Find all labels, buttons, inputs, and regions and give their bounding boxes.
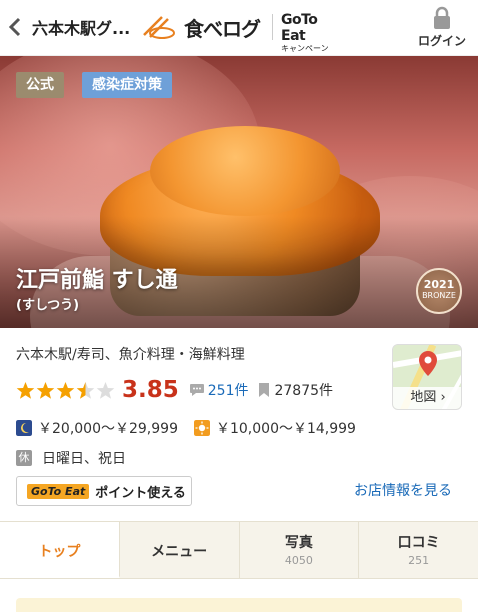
- star-rating: [16, 381, 116, 400]
- tabelog-mark-icon: [143, 16, 175, 39]
- star-icon: [76, 381, 95, 399]
- station-genre: 六本木駅/寿司、魚介料理・海鮮料理: [16, 347, 245, 363]
- star-icon: [56, 381, 75, 399]
- app-header: 六本木駅グ... 食べログ GoTo Eat キャンペーン ログイン: [0, 0, 478, 56]
- bookmark-count: 27875件: [274, 383, 334, 399]
- shop-name-kana: (すしつう): [16, 298, 80, 313]
- dinner-moon-icon: [16, 420, 32, 436]
- logo-text: 食べログ: [184, 16, 261, 41]
- login-button[interactable]: ログイン: [412, 4, 472, 52]
- lunch-sun-icon: [193, 420, 210, 436]
- tab-count: 4050: [284, 554, 313, 567]
- gotoeat-points-button[interactable]: GoTo Eat ポイント使える: [16, 476, 192, 506]
- hero-uni-top: [150, 126, 340, 216]
- hero-photo[interactable]: 公式 感染症対策 江戸前鮨 すし通 (すしつう) 2021 BRONZE: [0, 56, 478, 328]
- breadcrumb[interactable]: 六本木駅グ...: [32, 15, 130, 39]
- review-count-link[interactable]: 251件: [208, 380, 249, 400]
- tab-label: メニュー: [151, 544, 208, 560]
- tab-bar: トップ メニュー 写真 4050 口コミ 251: [0, 521, 478, 579]
- star-icon: [16, 381, 35, 399]
- tab-count: 251: [408, 554, 430, 567]
- tab-menu[interactable]: メニュー: [120, 522, 240, 578]
- tab-label: 口コミ: [397, 535, 440, 551]
- tab-photos[interactable]: 写真 4050: [240, 522, 360, 578]
- tab-top[interactable]: トップ: [0, 522, 120, 578]
- award-year: 2021: [423, 278, 455, 291]
- store-info-link[interactable]: お店情報を見る: [354, 480, 452, 500]
- gotoeat-campaign-logo[interactable]: GoTo Eat キャンペーン: [281, 12, 341, 53]
- rating-row: 3.85 251件 27875件: [16, 376, 333, 404]
- award-rank: BRONZE: [422, 291, 456, 300]
- bookmark-icon: [259, 383, 270, 397]
- notice-banner: [16, 598, 462, 612]
- holidays-text: 日曜日、祝日: [42, 451, 126, 467]
- tab-reviews[interactable]: 口コミ 251: [359, 522, 478, 578]
- gotoeat-logo-text: GoTo Eat: [281, 12, 318, 44]
- award-badge[interactable]: 2021 BRONZE: [416, 268, 462, 314]
- official-tag: 公式: [16, 72, 64, 98]
- lunch-price: ￥10,000～￥14,999: [215, 421, 356, 437]
- header-divider: [272, 14, 273, 40]
- login-label: ログイン: [417, 34, 466, 48]
- gotoeat-points-label: ポイント使える: [95, 485, 186, 501]
- tab-label: トップ: [38, 544, 81, 560]
- gotoeat-badge: GoTo Eat: [27, 483, 90, 499]
- map-label: 地図 ›: [393, 387, 461, 409]
- star-icon: [36, 381, 55, 399]
- star-icon: [96, 381, 115, 399]
- holiday-row: 休 日曜日、祝日: [16, 448, 126, 468]
- price-row: ￥20,000～￥29,999 ￥10,000～￥14,999: [16, 418, 356, 438]
- infection-control-tag: 感染症対策: [82, 72, 172, 98]
- back-chevron-icon[interactable]: [8, 16, 26, 40]
- map-button[interactable]: 地図 ›: [392, 344, 462, 410]
- tabelog-logo[interactable]: 食べログ: [140, 12, 270, 42]
- shop-name: 江戸前鮨 すし通: [16, 268, 178, 293]
- tab-label: 写真: [284, 535, 313, 551]
- comment-icon: [189, 384, 204, 396]
- dinner-price: ￥20,000～￥29,999: [38, 421, 178, 437]
- rating-score: 3.85: [122, 377, 179, 403]
- holiday-icon: 休: [16, 450, 32, 466]
- gotoeat-campaign-text: キャンペーン: [281, 44, 329, 53]
- lock-icon: [434, 6, 450, 29]
